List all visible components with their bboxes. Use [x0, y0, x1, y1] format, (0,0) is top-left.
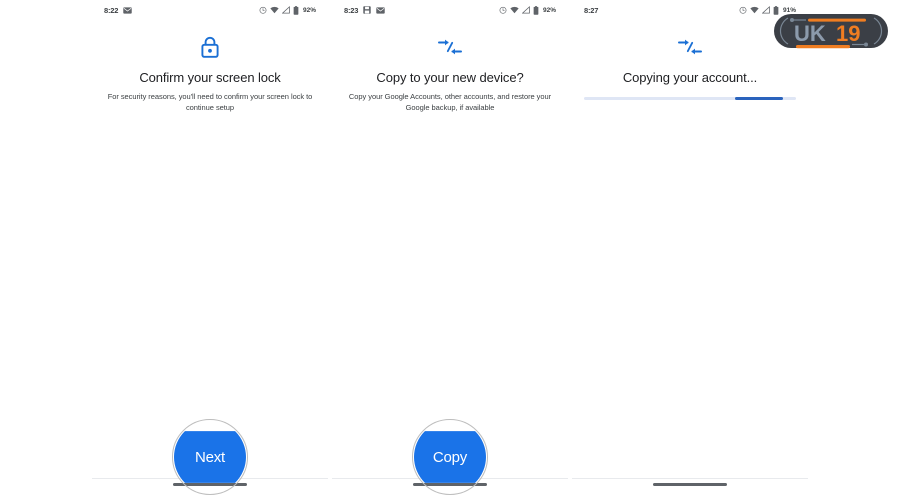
battery-icon	[293, 5, 299, 15]
tap-indicator-copy: Copy	[412, 419, 488, 495]
status-bar-left: 8:27	[584, 6, 598, 15]
status-bar: 8:22 92%	[92, 0, 328, 20]
svg-text:19: 19	[836, 21, 860, 46]
page-title: Confirm your screen lock	[139, 70, 281, 85]
mail-icon	[376, 6, 385, 14]
status-bar-left: 8:23	[344, 6, 385, 15]
signal-icon	[761, 6, 770, 14]
lock-icon	[102, 34, 318, 60]
screen-content: Copy to your new device? Copy your Googl…	[332, 34, 568, 114]
battery-percent: 92%	[302, 6, 316, 14]
alarm-icon	[739, 6, 747, 14]
screen-content: Confirm your screen lock For security re…	[92, 34, 328, 114]
page-title: Copying your account...	[622, 70, 758, 85]
watermark-logo: UK 19	[770, 8, 892, 54]
wifi-icon	[750, 6, 759, 14]
alarm-icon	[499, 6, 507, 14]
next-button[interactable]: Next	[174, 431, 246, 483]
phone-screen-copying-your-account: 8:27 91% Copying your account...	[572, 0, 808, 500]
phone-screen-copy-to-new-device: 8:23 92% Copy to your new device? Copy y…	[332, 0, 568, 500]
screenshot-stage: 8:22 92% Confirm your screen lock For se…	[0, 0, 900, 500]
signal-icon	[521, 6, 530, 14]
copy-button-label: Copy	[432, 448, 468, 466]
transfer-arrows-icon	[342, 34, 558, 60]
page-subtitle: For security reasons, you'll need to con…	[107, 92, 313, 113]
page-title: Copy to your new device?	[376, 70, 524, 85]
status-time: 8:23	[344, 5, 359, 15]
tap-indicator-next: Next	[172, 419, 248, 495]
progress-bar-fill	[734, 97, 784, 101]
signal-icon	[281, 6, 290, 14]
gesture-nav-pill[interactable]	[653, 483, 727, 486]
save-icon	[363, 6, 371, 14]
next-button-label: Next	[194, 448, 226, 466]
svg-text:UK: UK	[794, 21, 826, 46]
bottom-divider	[572, 478, 808, 479]
status-time: 8:27	[584, 5, 599, 15]
mail-icon	[123, 6, 132, 14]
status-bar-right: 92%	[499, 5, 556, 15]
wifi-icon	[510, 6, 519, 14]
status-time: 8:22	[104, 5, 119, 15]
status-bar: 8:23 92%	[332, 0, 568, 20]
alarm-icon	[259, 6, 267, 14]
status-bar-right: 92%	[259, 5, 316, 15]
status-bar-left: 8:22	[104, 6, 132, 15]
phone-screen-confirm-screen-lock: 8:22 92% Confirm your screen lock For se…	[92, 0, 328, 500]
page-subtitle: Copy your Google Accounts, other account…	[348, 92, 552, 113]
transfer-arrows-icon	[582, 34, 798, 60]
copy-button[interactable]: Copy	[414, 431, 486, 483]
battery-percent: 92%	[542, 6, 556, 14]
battery-icon	[533, 5, 539, 15]
wifi-icon	[270, 6, 279, 14]
progress-bar-track	[584, 97, 796, 101]
